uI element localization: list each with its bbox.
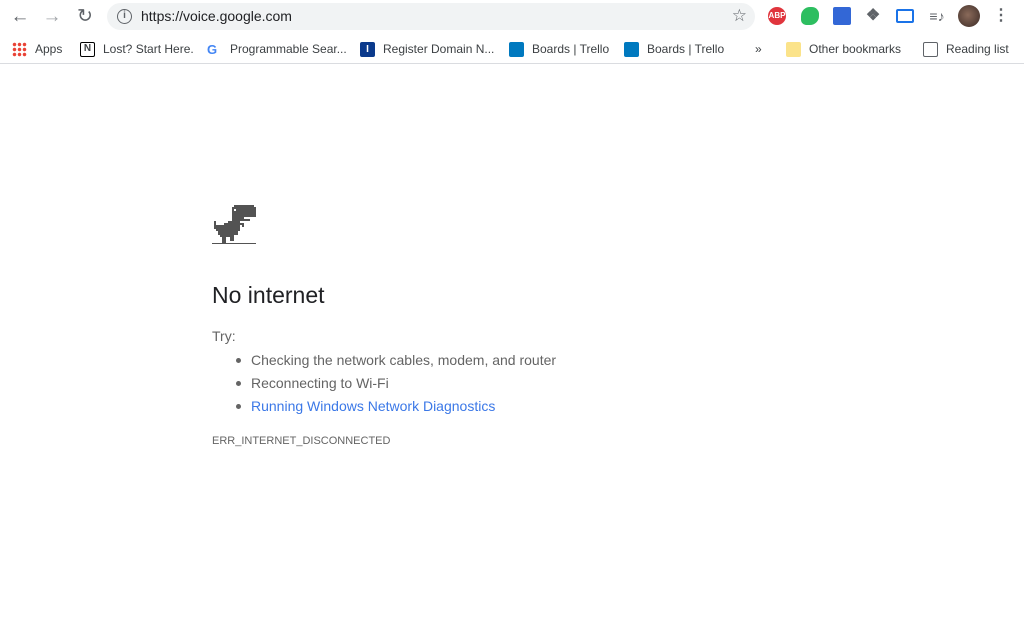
google-icon: G bbox=[207, 41, 218, 57]
browser-toolbar: ← → ↻ i https://voice.google.com ☆ ABP ❖… bbox=[0, 0, 1024, 34]
bookmark-label: Boards | Trello bbox=[532, 42, 610, 56]
info-icon[interactable]: i bbox=[117, 9, 132, 24]
bookmark-label: Boards | Trello bbox=[647, 42, 725, 56]
notion-icon: N bbox=[80, 41, 95, 57]
media-icon[interactable]: ≡♪ bbox=[928, 7, 946, 25]
bookmarks-overflow-button[interactable]: » bbox=[755, 40, 762, 58]
avatar[interactable] bbox=[958, 5, 980, 27]
url-text[interactable]: https://voice.google.com bbox=[141, 8, 292, 24]
suggestion-reconnect-wifi: Reconnecting to Wi-Fi bbox=[236, 374, 556, 397]
forward-icon[interactable]: → bbox=[40, 5, 64, 29]
back-icon[interactable]: ← bbox=[8, 5, 32, 29]
reload-icon[interactable]: ↻ bbox=[73, 5, 97, 29]
bookmark-label: Apps bbox=[35, 42, 63, 56]
suggestions-list: Checking the network cables, modem, and … bbox=[236, 351, 556, 420]
extension-blue-icon[interactable] bbox=[833, 7, 851, 25]
puzzle-icon[interactable]: ❖ bbox=[864, 7, 882, 25]
adblock-plus-icon[interactable]: ABP bbox=[768, 7, 786, 25]
other-bookmarks[interactable]: Other bookmarks bbox=[786, 40, 901, 58]
reading-list-icon bbox=[923, 41, 938, 57]
bookmark-lost[interactable]: N Lost? Start Here. bbox=[80, 40, 194, 58]
bookmark-trello-1[interactable]: Boards | Trello bbox=[509, 40, 609, 58]
evernote-icon[interactable] bbox=[801, 7, 819, 25]
apps-grid-icon bbox=[12, 41, 27, 57]
network-diagnostics-link[interactable]: Running Windows Network Diagnostics bbox=[236, 397, 556, 420]
reading-list[interactable]: Reading list bbox=[923, 40, 1009, 58]
try-label: Try: bbox=[212, 328, 236, 344]
register-icon: I bbox=[360, 41, 375, 57]
bookmark-apps[interactable]: Apps bbox=[12, 40, 62, 58]
dinosaur-icon bbox=[212, 205, 256, 244]
cast-icon[interactable] bbox=[896, 9, 914, 23]
bookmark-label: Lost? Start Here. bbox=[103, 42, 194, 56]
bookmark-label: Reading list bbox=[946, 42, 1009, 56]
bookmarks-bar: Apps N Lost? Start Here. G Programmable Se… bbox=[0, 34, 1024, 64]
error-code: ERR_INTERNET_DISCONNECTED bbox=[212, 435, 391, 447]
menu-icon[interactable]: ⋮ bbox=[992, 7, 1010, 25]
bookmark-label: Programmable Sear... bbox=[230, 42, 347, 56]
bookmark-label: Register Domain N... bbox=[383, 42, 495, 56]
folder-icon bbox=[786, 41, 801, 57]
bookmark-label: Other bookmarks bbox=[809, 42, 902, 56]
error-page: No internet Try: Checking the network ca… bbox=[212, 205, 556, 447]
trello-icon bbox=[509, 41, 524, 57]
trello-icon bbox=[624, 41, 639, 57]
error-title: No internet bbox=[212, 282, 325, 308]
bookmark-trello-2[interactable]: Boards | Trello bbox=[624, 40, 724, 58]
address-bar[interactable]: i https://voice.google.com ☆ bbox=[107, 3, 755, 30]
star-icon[interactable]: ☆ bbox=[732, 6, 747, 26]
bookmark-register-domain[interactable]: I Register Domain N... bbox=[360, 40, 494, 58]
bookmark-programmable-search[interactable]: G Programmable Sear... bbox=[207, 40, 347, 58]
suggestion-check-cables: Checking the network cables, modem, and … bbox=[236, 351, 556, 374]
